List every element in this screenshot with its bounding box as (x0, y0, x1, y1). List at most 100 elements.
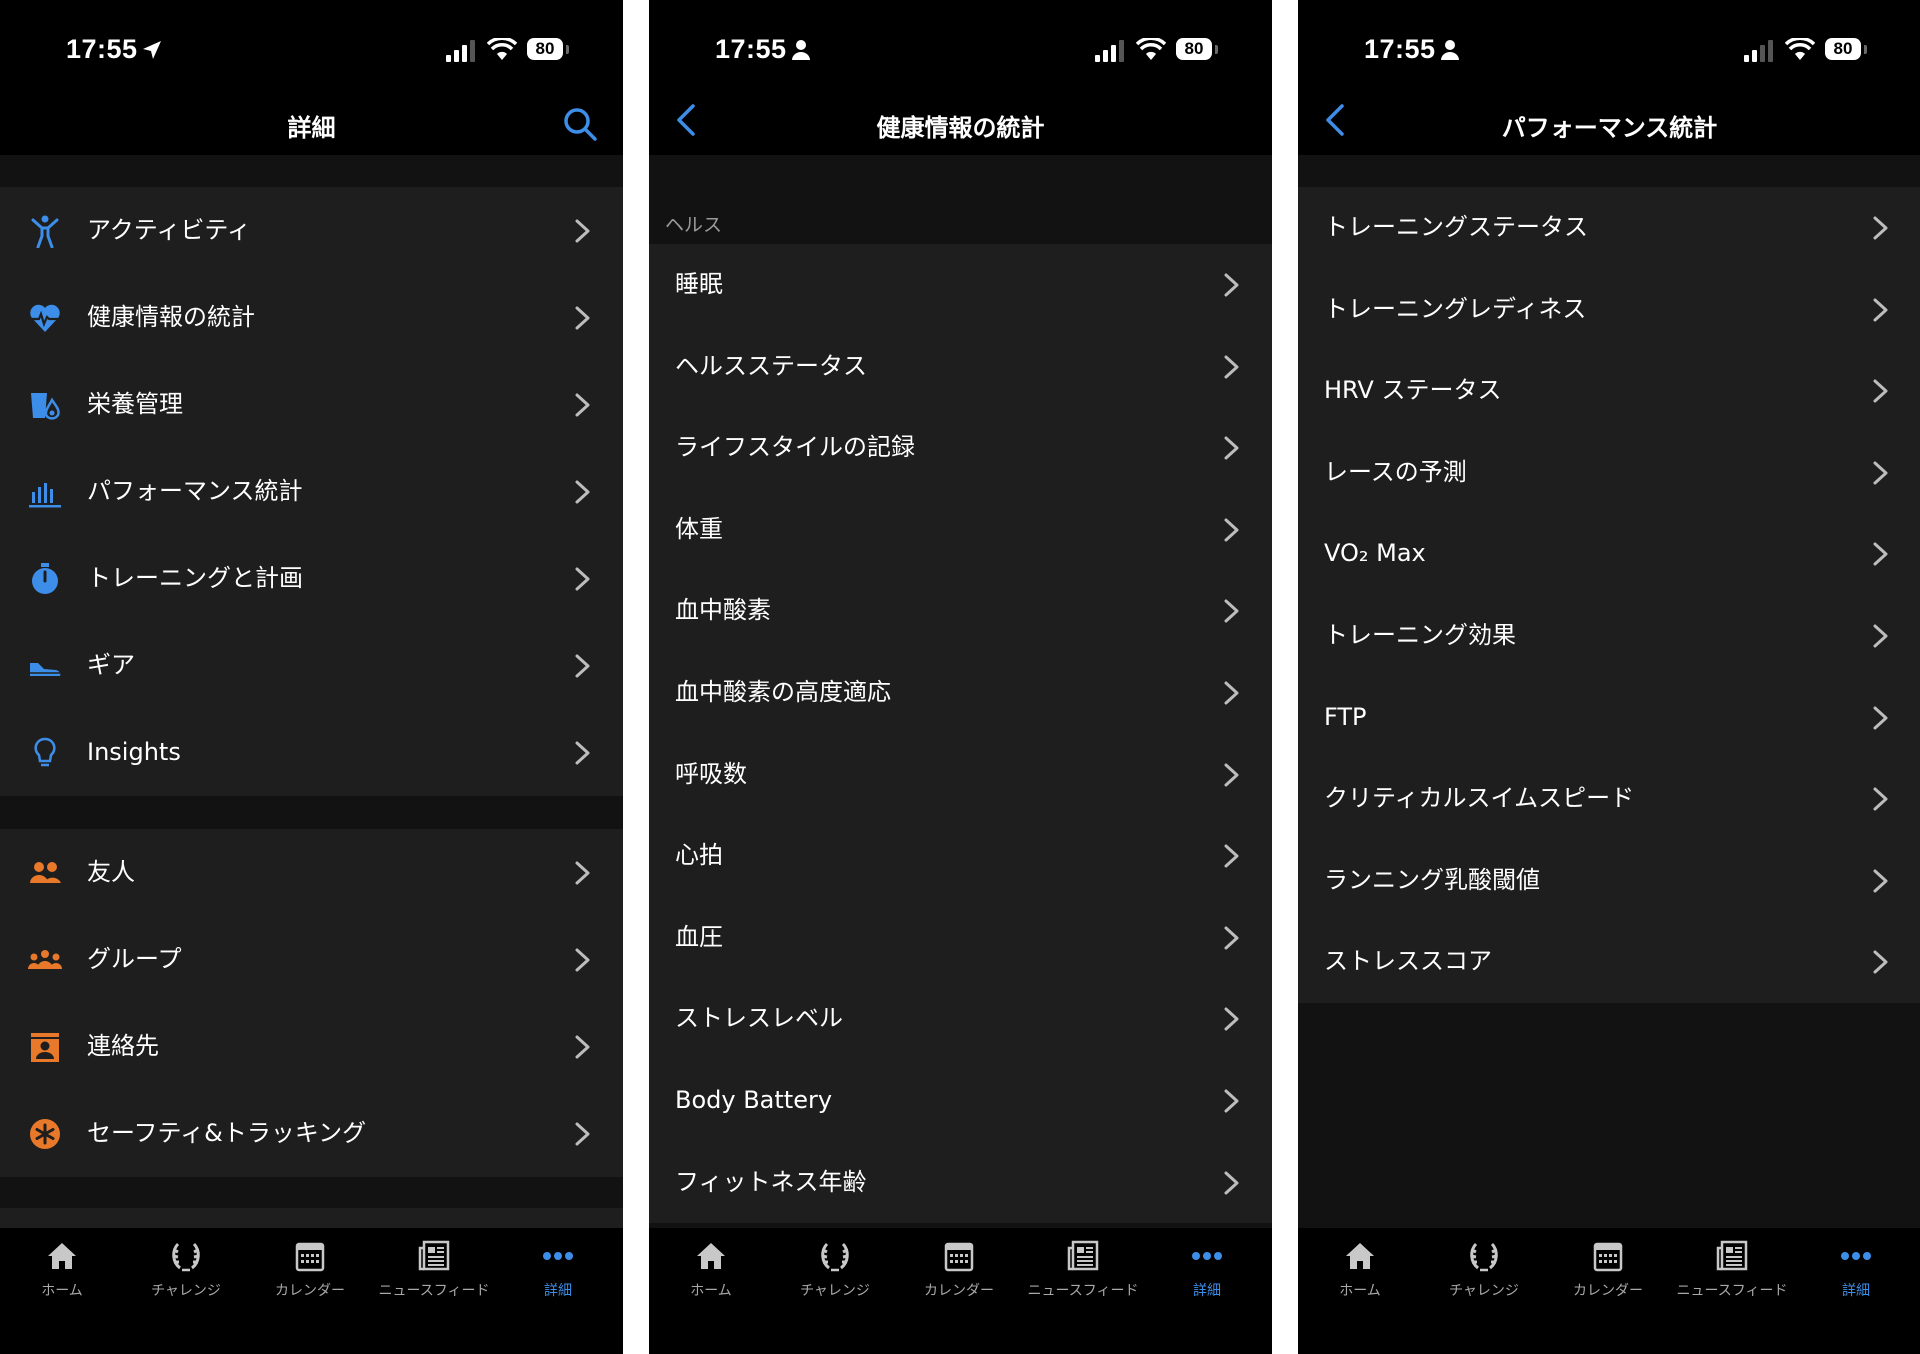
list-item[interactable]: 心拍 (649, 815, 1272, 897)
chevron-right-icon (1224, 844, 1239, 868)
tab-label: チャレンジ (1449, 1283, 1519, 1299)
menu-item-label: 栄養管理 (87, 390, 183, 418)
screen-health-stats: 17:55 80 健康情報の統計 ヘルス 睡眠 ヘルスステータス ライフスタイル… (649, 0, 1272, 1354)
more-dots-icon (1841, 1252, 1871, 1260)
heart-pulse-icon (30, 304, 60, 332)
list-item[interactable]: VO₂ Max (1298, 513, 1920, 595)
list-item-label: 血圧 (675, 922, 723, 951)
tab-challenges[interactable]: チャレンジ (124, 1238, 248, 1318)
cellular-signal-icon (1095, 40, 1124, 62)
tab-calendar[interactable]: カレンダー (248, 1238, 372, 1318)
home-icon (1346, 1243, 1374, 1269)
chevron-right-icon (1873, 624, 1888, 648)
list-item[interactable]: 睡眠 (649, 244, 1272, 326)
chevron-right-icon (1873, 542, 1888, 566)
list-item[interactable]: ヘルスステータス (649, 326, 1272, 408)
tab-newsfeed[interactable]: ニュースフィード (372, 1238, 496, 1318)
list-item-label: VO₂ Max (1324, 539, 1426, 568)
menu-item-insights[interactable]: Insights (0, 709, 623, 796)
menu-item-performance-stats[interactable]: パフォーマンス統計 (0, 448, 623, 535)
list-item[interactable]: トレーニング効果 (1298, 595, 1920, 677)
contact-card-icon (31, 1033, 59, 1062)
calendar-icon (1593, 1242, 1623, 1272)
list-item-label: FTP (1324, 702, 1367, 731)
menu-item-label: アクティビティ (87, 216, 251, 244)
activity-person-icon (31, 215, 59, 248)
chevron-right-icon (575, 393, 590, 417)
chevron-right-icon (1873, 869, 1888, 893)
tab-label: 詳細 (1842, 1283, 1870, 1299)
chevron-right-icon (575, 219, 590, 243)
menu-group-main: アクティビティ 健康情報の統計 栄養管理 パフォーマンス統計 トレーニングと計画… (0, 187, 623, 796)
menu-item-safety-tracking[interactable]: セーフティ&トラッキング (0, 1090, 623, 1177)
home-icon (697, 1243, 725, 1269)
chevron-right-icon (1224, 436, 1239, 460)
cellular-signal-icon (1744, 40, 1773, 62)
more-dots-icon (543, 1252, 573, 1260)
menu-item-groups[interactable]: グループ (0, 916, 623, 1003)
list-item-label: トレーニングレディネス (1324, 294, 1587, 323)
status-time: 17:55 (1364, 34, 1436, 64)
wifi-icon (1785, 38, 1815, 60)
menu-item-activity[interactable]: アクティビティ (0, 187, 623, 274)
menu-item-health-stats[interactable]: 健康情報の統計 (0, 274, 623, 361)
menu-item-label: グループ (87, 945, 182, 973)
list-item[interactable]: トレーニングレディネス (1298, 269, 1920, 351)
laurel-icon (821, 1242, 849, 1272)
menu-item-nutrition[interactable]: 栄養管理 (0, 361, 623, 448)
list-item[interactable]: 血圧 (649, 897, 1272, 979)
menu-item-label: ギア (87, 651, 135, 679)
tab-home[interactable]: ホーム (1298, 1238, 1422, 1318)
list-item[interactable]: ストレスレベル (649, 978, 1272, 1060)
list-item[interactable]: トレーニングステータス (1298, 187, 1920, 269)
tab-label: ホーム (1339, 1283, 1381, 1299)
tab-label: ニュースフィード (1676, 1283, 1788, 1299)
list-item-label: ストレスレベル (675, 1004, 843, 1033)
list-item-label: レースの予測 (1324, 457, 1467, 486)
wifi-icon (487, 38, 517, 60)
menu-item-training[interactable]: トレーニングと計画 (0, 535, 623, 622)
tab-challenges[interactable]: チャレンジ (773, 1238, 897, 1318)
tab-calendar[interactable]: カレンダー (897, 1238, 1021, 1318)
list-item[interactable]: ストレススコア (1298, 921, 1920, 1003)
search-icon[interactable] (560, 104, 600, 144)
tab-calendar[interactable]: カレンダー (1546, 1238, 1670, 1318)
menu-group-partial (0, 1208, 623, 1228)
list-item[interactable]: 体重 (649, 489, 1272, 571)
list-item[interactable]: レースの予測 (1298, 432, 1920, 514)
performance-stats-list: トレーニングステータス トレーニングレディネス HRV ステータス レースの予測… (1298, 187, 1920, 1003)
chevron-right-icon (1224, 599, 1239, 623)
tab-newsfeed[interactable]: ニュースフィード (1021, 1238, 1145, 1318)
tab-home[interactable]: ホーム (649, 1238, 773, 1318)
menu-item-contacts[interactable]: 連絡先 (0, 1003, 623, 1090)
list-item[interactable]: 血中酸素 (649, 570, 1272, 652)
friends-icon (30, 862, 61, 883)
chevron-right-icon (1873, 706, 1888, 730)
tab-bar: ホーム チャレンジ カレンダー ニュースフィード 詳細 (1298, 1228, 1920, 1354)
tab-label: チャレンジ (151, 1283, 221, 1299)
tab-newsfeed[interactable]: ニュースフィード (1670, 1238, 1794, 1318)
list-item[interactable]: クリティカルスイムスピード (1298, 758, 1920, 840)
tab-challenges[interactable]: チャレンジ (1422, 1238, 1546, 1318)
chevron-right-icon (1224, 926, 1239, 950)
tab-more[interactable]: 詳細 (1794, 1238, 1918, 1318)
list-item[interactable]: Body Battery (649, 1060, 1272, 1142)
tab-more[interactable]: 詳細 (1145, 1238, 1269, 1318)
list-item[interactable]: FTP (1298, 677, 1920, 759)
battery-indicator: 80 (527, 38, 563, 60)
newsfeed-icon (1067, 1240, 1099, 1271)
list-item[interactable]: HRV ステータス (1298, 350, 1920, 432)
list-item[interactable]: フィットネス年齢 (649, 1142, 1272, 1224)
tab-home[interactable]: ホーム (0, 1238, 124, 1318)
menu-item-gear[interactable]: ギア (0, 622, 623, 709)
menu-item-label: 友人 (87, 858, 135, 886)
list-item[interactable]: 血中酸素の高度適応 (649, 652, 1272, 734)
safety-asterisk-icon (30, 1119, 60, 1149)
tab-more[interactable]: 詳細 (496, 1238, 620, 1318)
list-item[interactable]: 呼吸数 (649, 734, 1272, 816)
list-item[interactable]: ライフスタイルの記録 (649, 407, 1272, 489)
list-item[interactable]: ランニング乳酸閾値 (1298, 840, 1920, 922)
menu-item-friends[interactable]: 友人 (0, 829, 623, 916)
battery-nub (1864, 45, 1867, 54)
battery-nub (1215, 45, 1218, 54)
